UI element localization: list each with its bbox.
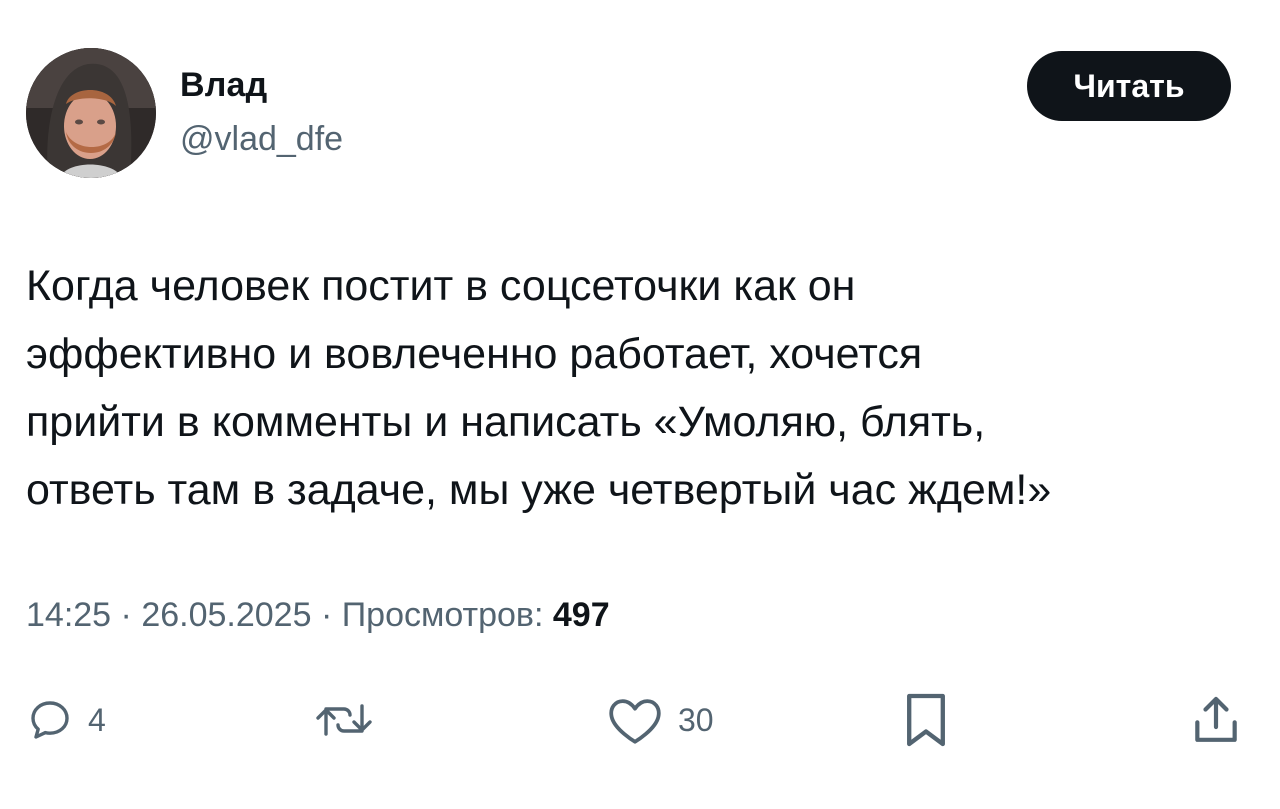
- heart-icon: [609, 699, 661, 744]
- tweet-text-line: прийти в комменты и написать «Умоляю, бл…: [26, 398, 986, 446]
- retweet-icon: [316, 704, 372, 736]
- author-name[interactable]: Влад: [180, 66, 267, 105]
- tweet-text-line: ответь там в задаче, мы уже четвертый ча…: [26, 466, 1052, 514]
- author-handle[interactable]: @vlad_dfe: [180, 120, 343, 159]
- retweet-button[interactable]: [312, 690, 376, 750]
- like-button[interactable]: 30: [606, 690, 714, 750]
- meta-separator: ·: [120, 596, 142, 634]
- tweet-time[interactable]: 14:25: [26, 596, 111, 634]
- tweet-text-line: эффективно и вовлеченно работает, хочетс…: [26, 330, 923, 378]
- share-button[interactable]: [1190, 690, 1242, 750]
- like-count: 30: [678, 701, 714, 738]
- tweet-text: Когда человек постит в соцсеточки как он…: [26, 252, 1256, 524]
- read-button[interactable]: Читать: [1027, 51, 1231, 121]
- tweet-card: Влад @vlad_dfe Читать Когда человек пост…: [0, 0, 1280, 809]
- avatar[interactable]: [26, 48, 156, 178]
- reply-count: 4: [88, 701, 106, 738]
- bookmark-icon: [907, 693, 945, 747]
- tweet-meta: 14:25 · 26.05.2025 · Просмотров: 497: [26, 596, 610, 635]
- bookmark-button[interactable]: [902, 690, 950, 750]
- tweet-date[interactable]: 26.05.2025: [141, 596, 311, 634]
- speech-bubble-icon: [31, 701, 69, 739]
- tweet-text-line: Когда человек постит в соцсеточки как он: [26, 262, 856, 310]
- avatar-image: [26, 48, 156, 178]
- views-label: Просмотров:: [341, 596, 553, 634]
- reply-button[interactable]: 4: [26, 690, 106, 750]
- share-icon: [1195, 696, 1237, 742]
- views-count: 497: [552, 596, 610, 634]
- meta-separator: ·: [320, 596, 342, 634]
